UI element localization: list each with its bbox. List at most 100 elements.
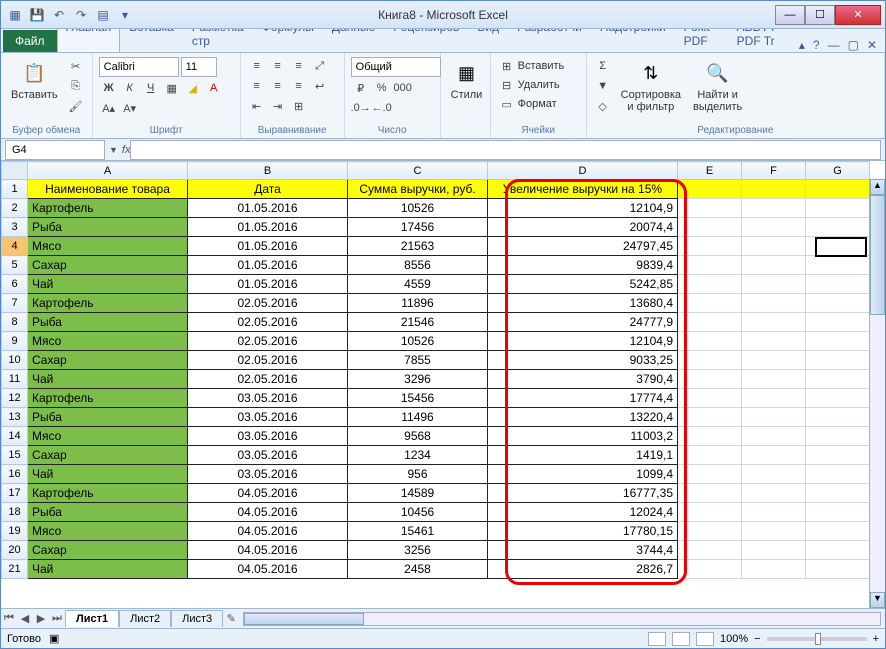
- tab-nav-next-icon[interactable]: ▶: [33, 612, 49, 625]
- cell-B14[interactable]: 03.05.2016: [188, 427, 348, 446]
- column-header-B[interactable]: B: [188, 162, 348, 180]
- cell-E6[interactable]: [678, 275, 742, 294]
- cell-G14[interactable]: [806, 427, 870, 446]
- cell-C19[interactable]: 15461: [348, 522, 488, 541]
- cell-C5[interactable]: 8556: [348, 256, 488, 275]
- cell-B13[interactable]: 03.05.2016: [188, 408, 348, 427]
- cell-B9[interactable]: 02.05.2016: [188, 332, 348, 351]
- row-header-21[interactable]: 21: [2, 560, 28, 579]
- cell-A19[interactable]: Мясо: [28, 522, 188, 541]
- cell-C6[interactable]: 4559: [348, 275, 488, 294]
- cell-G6[interactable]: [806, 275, 870, 294]
- row-header-17[interactable]: 17: [2, 484, 28, 503]
- cell-F16[interactable]: [742, 465, 806, 484]
- cell-E8[interactable]: [678, 313, 742, 332]
- excel-icon[interactable]: ▦: [5, 5, 25, 25]
- cell-E10[interactable]: [678, 351, 742, 370]
- cell-E9[interactable]: [678, 332, 742, 351]
- cell-A13[interactable]: Рыба: [28, 408, 188, 427]
- cell-G17[interactable]: [806, 484, 870, 503]
- row-header-11[interactable]: 11: [2, 370, 28, 389]
- cell-E1[interactable]: [678, 180, 742, 199]
- cell-G5[interactable]: [806, 256, 870, 275]
- cell-A14[interactable]: Мясо: [28, 427, 188, 446]
- column-header-A[interactable]: A: [28, 162, 188, 180]
- wrap-text-icon[interactable]: ↩: [310, 77, 330, 95]
- close-button[interactable]: ✕: [835, 5, 881, 25]
- cell-A21[interactable]: Чай: [28, 560, 188, 579]
- cell-A5[interactable]: Сахар: [28, 256, 188, 275]
- cell-E20[interactable]: [678, 541, 742, 560]
- cell-F12[interactable]: [742, 389, 806, 408]
- qat-extra-1-icon[interactable]: ▤: [93, 5, 113, 25]
- cell-C20[interactable]: 3256: [348, 541, 488, 560]
- cell-E11[interactable]: [678, 370, 742, 389]
- sort-filter-button[interactable]: ⇅ Сортировка и фильтр: [617, 57, 685, 115]
- merge-icon[interactable]: ⊞: [289, 97, 309, 115]
- row-header-4[interactable]: 4: [2, 237, 28, 256]
- cell-C8[interactable]: 21546: [348, 313, 488, 332]
- cell-G8[interactable]: [806, 313, 870, 332]
- cell-D14[interactable]: 11003,2: [488, 427, 678, 446]
- font-color-icon[interactable]: A: [204, 79, 224, 97]
- view-page-layout-icon[interactable]: [672, 632, 690, 646]
- cell-G2[interactable]: [806, 199, 870, 218]
- column-header-G[interactable]: G: [806, 162, 870, 180]
- row-header-3[interactable]: 3: [2, 218, 28, 237]
- cell-E17[interactable]: [678, 484, 742, 503]
- copy-icon[interactable]: ⎘: [66, 77, 86, 95]
- font-size-select[interactable]: [181, 57, 217, 77]
- decrease-decimal-icon[interactable]: ←.0: [372, 99, 392, 117]
- cell-C1[interactable]: Сумма выручки, руб.: [348, 180, 488, 199]
- cell-D5[interactable]: 9839,4: [488, 256, 678, 275]
- scroll-thumb[interactable]: [870, 195, 885, 315]
- cell-B15[interactable]: 03.05.2016: [188, 446, 348, 465]
- cell-C2[interactable]: 10526: [348, 199, 488, 218]
- workbook-min-icon[interactable]: —: [828, 38, 840, 52]
- cell-D21[interactable]: 2826,7: [488, 560, 678, 579]
- column-header-C[interactable]: C: [348, 162, 488, 180]
- column-header-E[interactable]: E: [678, 162, 742, 180]
- paste-button[interactable]: 📋 Вставить: [7, 57, 62, 103]
- cell-E4[interactable]: [678, 237, 742, 256]
- hscroll-thumb[interactable]: [244, 613, 364, 625]
- cell-F1[interactable]: [742, 180, 806, 199]
- view-page-break-icon[interactable]: [696, 632, 714, 646]
- cell-C10[interactable]: 7855: [348, 351, 488, 370]
- fx-icon[interactable]: fx: [122, 144, 131, 156]
- row-header-20[interactable]: 20: [2, 541, 28, 560]
- cell-G3[interactable]: [806, 218, 870, 237]
- cell-F14[interactable]: [742, 427, 806, 446]
- cell-A1[interactable]: Наименование товара: [28, 180, 188, 199]
- row-header-18[interactable]: 18: [2, 503, 28, 522]
- font-name-select[interactable]: [99, 57, 179, 77]
- row-header-9[interactable]: 9: [2, 332, 28, 351]
- cell-D15[interactable]: 1419,1: [488, 446, 678, 465]
- cell-D3[interactable]: 20074,4: [488, 218, 678, 237]
- cell-C4[interactable]: 21563: [348, 237, 488, 256]
- cell-C9[interactable]: 10526: [348, 332, 488, 351]
- find-select-button[interactable]: 🔍 Найти и выделить: [689, 57, 746, 115]
- cell-F8[interactable]: [742, 313, 806, 332]
- zoom-thumb[interactable]: [815, 633, 821, 645]
- cell-D16[interactable]: 1099,4: [488, 465, 678, 484]
- cell-G12[interactable]: [806, 389, 870, 408]
- cell-G16[interactable]: [806, 465, 870, 484]
- cell-G1[interactable]: [806, 180, 870, 199]
- cell-F9[interactable]: [742, 332, 806, 351]
- zoom-out-icon[interactable]: −: [754, 633, 760, 645]
- column-header-F[interactable]: F: [742, 162, 806, 180]
- cell-C3[interactable]: 17456: [348, 218, 488, 237]
- cell-F20[interactable]: [742, 541, 806, 560]
- view-normal-icon[interactable]: [648, 632, 666, 646]
- cell-D13[interactable]: 13220,4: [488, 408, 678, 427]
- cell-B20[interactable]: 04.05.2016: [188, 541, 348, 560]
- cell-B1[interactable]: Дата: [188, 180, 348, 199]
- align-left-icon[interactable]: ≡: [247, 77, 267, 95]
- vertical-scrollbar[interactable]: ▲ ▼: [869, 179, 885, 608]
- fill-icon[interactable]: ▼: [593, 77, 613, 95]
- align-middle-icon[interactable]: ≡: [268, 57, 288, 75]
- workbook-restore-icon[interactable]: ▢: [848, 38, 859, 52]
- cell-A20[interactable]: Сахар: [28, 541, 188, 560]
- cell-G18[interactable]: [806, 503, 870, 522]
